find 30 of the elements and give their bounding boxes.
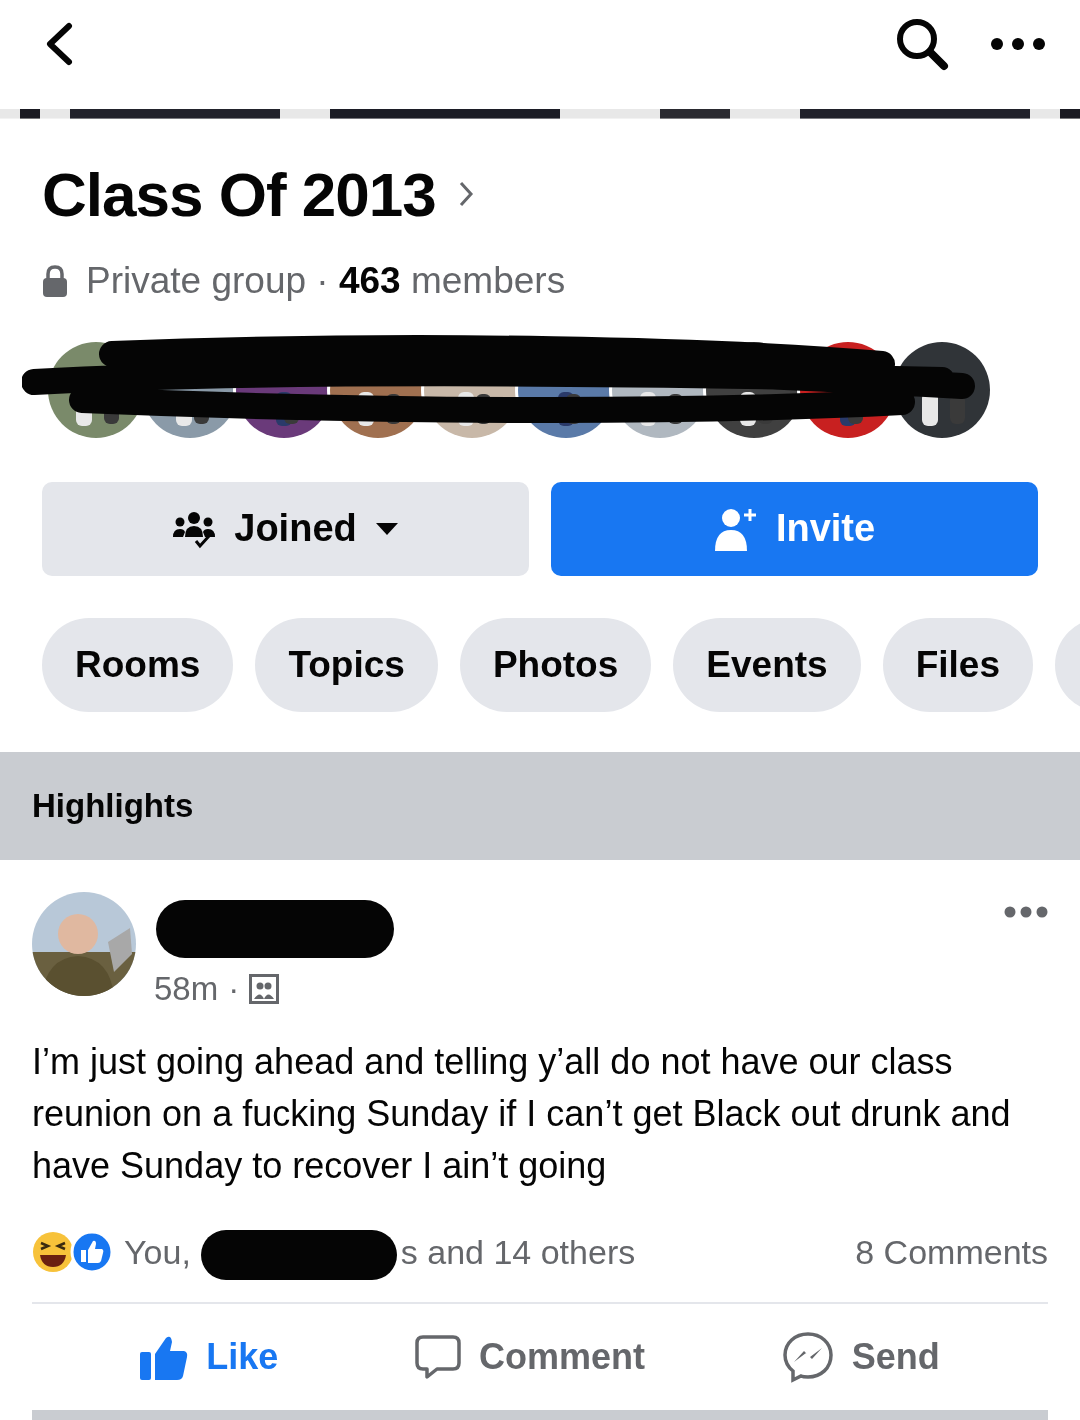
joined-button[interactable]: Joined xyxy=(42,481,529,576)
like-reaction-icon xyxy=(70,1230,114,1274)
tab-chip[interactable]: Photos xyxy=(459,617,652,712)
speech-bubble-icon xyxy=(415,1334,461,1380)
group-post-icon xyxy=(249,974,280,1004)
post-text: I’m just going ahead and telling y’all do not have our class reunion on a fucking Sunday if I can’t get Black out drunk and have Sunday to recover I ain’t going xyxy=(32,1040,1012,1188)
post-time: 58m xyxy=(154,970,219,1008)
add-person-icon xyxy=(713,506,758,551)
tab-chip[interactable]: Files xyxy=(882,617,1033,712)
like-button[interactable]: Like xyxy=(134,1333,285,1381)
comment-button[interactable]: Comment xyxy=(409,1333,651,1381)
thumbs-up-icon xyxy=(140,1334,189,1380)
comment-count[interactable]: 8 Comments xyxy=(855,1232,1048,1272)
reaction-names[interactable]: You, xyxy=(124,1232,191,1272)
tab-chip[interactable]: Topics xyxy=(255,617,438,712)
reaction-names[interactable]: s and 14 others xyxy=(400,1232,636,1272)
section-title: Highlights xyxy=(32,786,194,825)
group-title[interactable]: Class Of 2013 xyxy=(42,158,436,230)
chevron-right-icon xyxy=(457,180,474,209)
tab-chip[interactable]: Events xyxy=(673,617,861,712)
more-button[interactable] xyxy=(990,36,1046,51)
separator: · xyxy=(228,970,240,1008)
messenger-icon xyxy=(781,1331,834,1383)
send-button[interactable]: Send xyxy=(775,1330,946,1384)
back-button[interactable] xyxy=(44,21,74,66)
group-info: Private group · 463 members xyxy=(86,259,566,302)
invite-button[interactable]: Invite xyxy=(551,481,1038,576)
caret-icon xyxy=(374,521,399,536)
lock-icon xyxy=(42,264,68,297)
tab-chip[interactable]: Rooms xyxy=(42,617,234,712)
